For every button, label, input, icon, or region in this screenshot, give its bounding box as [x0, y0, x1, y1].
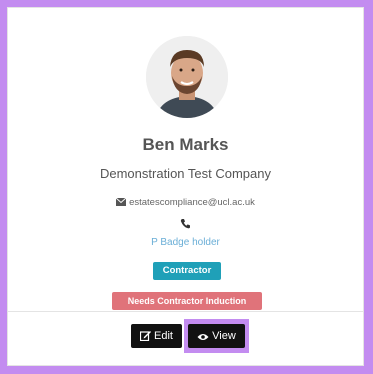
contractor-name: Ben Marks	[142, 135, 229, 154]
envelope-icon	[115, 197, 127, 206]
edit-button[interactable]: Edit	[131, 324, 182, 348]
phone-icon	[180, 219, 190, 229]
avatar	[146, 36, 228, 118]
view-button-label: View	[212, 330, 236, 342]
view-button[interactable]: View	[188, 324, 245, 348]
company-name: Demonstration Test Company	[99, 166, 271, 181]
view-button-highlight: View	[184, 319, 249, 353]
avatar-photo	[146, 36, 228, 118]
phone-row	[8, 216, 363, 229]
eye-icon	[197, 334, 209, 340]
contractor-card: Ben Marks Demonstration Test Company est…	[7, 7, 364, 366]
edit-button-label: Edit	[154, 330, 173, 342]
email-address[interactable]: estatescompliance@ucl.ac.uk	[129, 197, 255, 208]
induction-warning-label: Needs Contractor Induction	[112, 292, 262, 310]
badge-status-link[interactable]: P Badge holder	[8, 237, 363, 248]
email-row: estatescompliance@ucl.ac.uk	[8, 197, 363, 208]
contractor-label: Contractor	[153, 262, 221, 280]
edit-icon	[139, 331, 152, 342]
card-footer-divider	[8, 311, 363, 312]
